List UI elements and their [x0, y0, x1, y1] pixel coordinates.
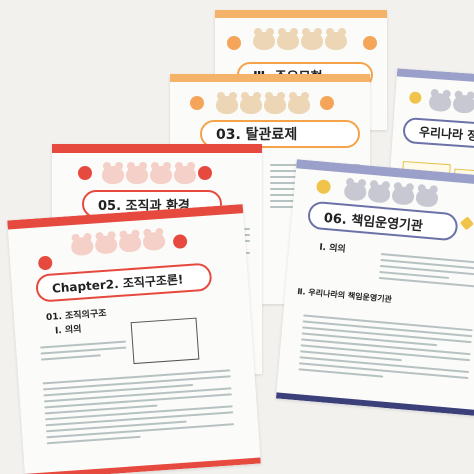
flower-icon	[320, 96, 334, 110]
moon-icon	[408, 91, 422, 105]
orange-band	[170, 74, 370, 82]
table-sketch	[130, 317, 200, 365]
sheet-title: 우리나라 정부	[402, 116, 474, 151]
text-lines	[378, 249, 474, 292]
flower-icon	[363, 36, 377, 50]
apple-icon	[198, 166, 212, 180]
bear-row	[428, 92, 474, 114]
section-heading: 01. 조직의구조	[45, 308, 107, 324]
orange-band	[215, 10, 387, 18]
photo-scene: Ⅲ. 주요모형 03. 탈관료제 우리나라 정부	[0, 0, 474, 474]
apple-icon	[172, 234, 188, 250]
bear-row	[70, 231, 166, 257]
sheet-title: Chapter2. 조직구조론!	[35, 262, 213, 303]
bear-row	[216, 92, 310, 114]
lavender-band	[396, 68, 474, 84]
red-band	[52, 144, 262, 153]
sheet-org-structure: Chapter2. 조직구조론! 01. 조직의구조 Ⅰ. 의의	[7, 204, 261, 474]
apple-icon	[78, 166, 92, 180]
moon-icon	[315, 179, 332, 195]
bear-row	[253, 28, 347, 50]
sheet-executive-agency: 06. 책임운영기관 Ⅰ. 의의 Ⅱ. 우리나라의 책임운영기관	[275, 159, 474, 417]
red-band	[24, 457, 261, 474]
bear-row	[102, 162, 196, 184]
flower-icon	[190, 96, 204, 110]
flower-icon	[227, 36, 241, 50]
section-heading: Ⅰ. 의의	[318, 242, 347, 255]
star-icon	[459, 216, 474, 231]
apple-icon	[37, 255, 53, 271]
section-heading: Ⅰ. 의의	[54, 324, 82, 337]
text-lines	[298, 310, 473, 389]
navy-band	[275, 392, 474, 417]
section-heading: Ⅱ. 우리나라의 책임운영기관	[296, 286, 393, 305]
text-lines	[40, 337, 127, 365]
text-lines	[42, 365, 235, 448]
